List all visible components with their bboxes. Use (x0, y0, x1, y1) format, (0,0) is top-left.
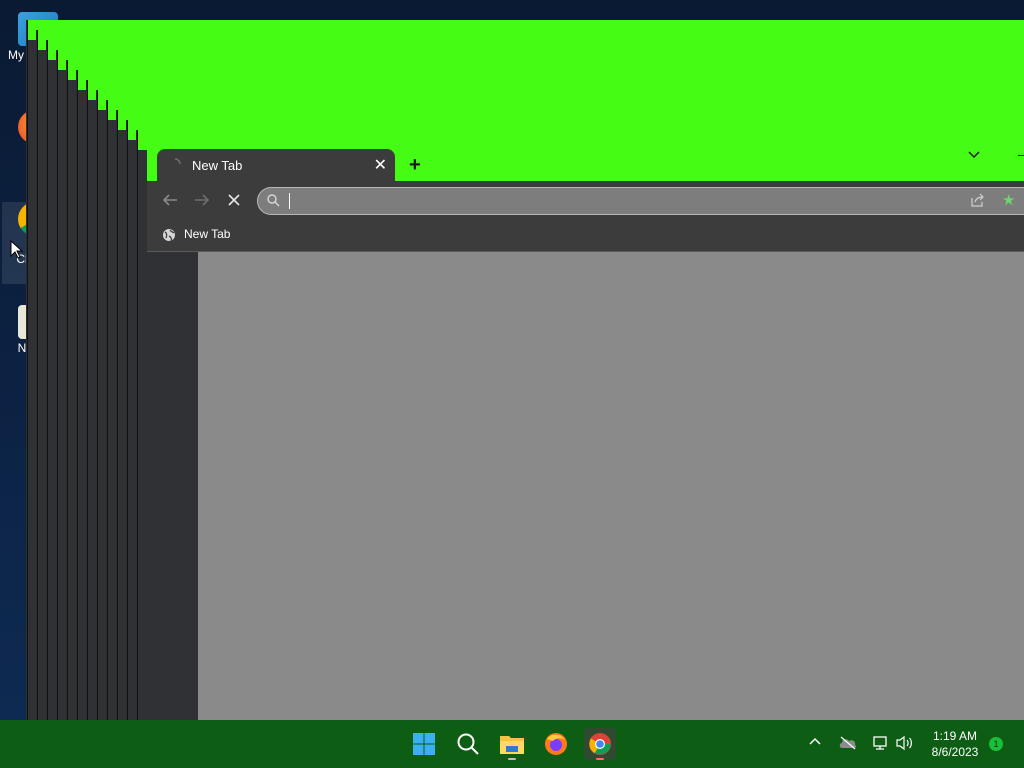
tab-search-chevron-icon[interactable] (968, 146, 980, 162)
start-button[interactable] (408, 728, 440, 760)
firefox-icon (545, 733, 567, 755)
toolbar (147, 181, 1024, 221)
stop-button[interactable] (224, 191, 244, 211)
bookmarks-bar: New Tab (147, 221, 1024, 252)
active-indicator (596, 758, 604, 760)
side-panel (147, 252, 198, 720)
new-tab-button[interactable]: + (409, 154, 421, 177)
firefox-taskbar-button[interactable] (540, 728, 572, 760)
chrome-icon (589, 733, 611, 755)
text-caret (289, 193, 290, 209)
notification-badge[interactable]: 1 (989, 737, 1003, 751)
close-icon (228, 194, 240, 206)
page-content (198, 252, 1024, 720)
show-hidden-icons-button[interactable] (808, 734, 822, 753)
taskbar: 1:19 AM 8/6/2023 (0, 720, 1024, 768)
bookmark-label: New Tab (184, 227, 231, 241)
chrome-window: New Tab ✕ + ★ New Tab (147, 141, 1024, 720)
arrow-left-icon (162, 194, 177, 206)
file-explorer-button[interactable] (496, 728, 528, 760)
onedrive-icon[interactable] (838, 736, 858, 755)
search-icon (457, 733, 479, 755)
volume-icon[interactable] (895, 735, 913, 756)
bookmark-new-tab[interactable]: New Tab (162, 227, 230, 242)
network-icon[interactable] (871, 735, 889, 756)
address-input[interactable] (287, 191, 931, 213)
address-bar[interactable] (257, 187, 1024, 215)
back-button[interactable] (160, 191, 180, 211)
clock[interactable]: 1:19 AM 8/6/2023 (920, 728, 990, 760)
globe-icon (163, 228, 175, 242)
arrow-right-icon (195, 194, 210, 206)
share-icon[interactable] (969, 193, 985, 207)
clock-time: 1:19 AM (932, 729, 978, 743)
search-icon (267, 194, 280, 207)
taskbar-search-button[interactable] (452, 728, 484, 760)
running-indicator (508, 758, 516, 760)
mouse-cursor-icon (10, 240, 24, 259)
windows-logo-icon (413, 733, 435, 755)
minimize-button[interactable] (1018, 155, 1024, 156)
bookmark-star-icon[interactable]: ★ (1002, 191, 1015, 209)
chrome-taskbar-button[interactable] (584, 728, 616, 760)
tab-strip: New Tab ✕ + (147, 141, 1024, 181)
chevron-up-icon (809, 737, 821, 745)
folder-icon (500, 736, 524, 754)
forward-button[interactable] (192, 191, 212, 211)
tab-new-tab[interactable]: New Tab ✕ (157, 149, 395, 181)
clock-date: 8/6/2023 (931, 745, 979, 759)
tab-title: New Tab (192, 158, 243, 173)
loading-favicon-icon (174, 158, 181, 165)
tab-close-icon[interactable]: ✕ (374, 155, 387, 175)
